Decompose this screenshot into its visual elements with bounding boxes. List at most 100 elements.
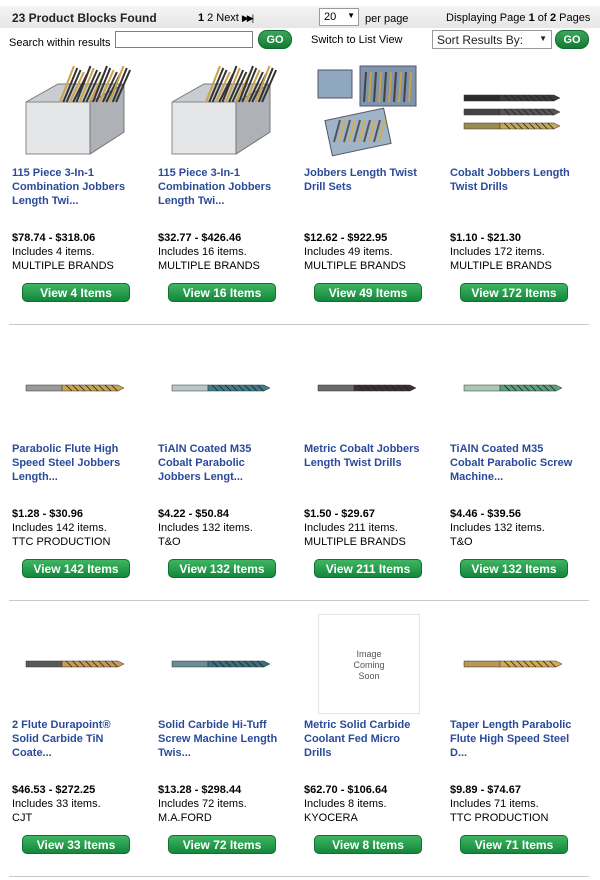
brand-name: KYOCERA [304, 812, 358, 824]
row-divider [9, 600, 589, 601]
sort-results-label: Sort Results By: [437, 33, 524, 47]
last-page-icon[interactable]: ▶▶| [242, 13, 254, 23]
product-title-line: Length Twi... [158, 195, 225, 207]
product-title-line: Speed Steel Jobbers [12, 457, 121, 469]
product-title-line: Coolant Fed Micro [304, 733, 400, 745]
product-image[interactable] [12, 62, 132, 162]
view-items-button[interactable]: View 132 Items [460, 559, 568, 578]
view-items-button[interactable]: View 71 Items [460, 835, 568, 854]
product-title-line: Drill Sets [304, 181, 352, 193]
product-title-line: Machine... [450, 471, 504, 483]
product-title-line: Cobalt Parabolic Screw [450, 457, 573, 469]
product-title-line: Twist Drills [450, 181, 508, 193]
product-image[interactable] [450, 62, 570, 162]
product-title-line: Screw Machine Length [158, 733, 278, 745]
product-title-link[interactable]: Jobbers Length Twist Drill Sets [304, 166, 444, 194]
brand-name: T&O [450, 536, 473, 548]
image-coming-soon-placeholder: Image Coming Soon [318, 614, 420, 714]
view-items-button[interactable]: View 132 Items [168, 559, 276, 578]
brand-name: MULTIPLE BRANDS [450, 260, 552, 272]
sort-go-button[interactable]: GO [555, 30, 589, 49]
product-image[interactable] [304, 62, 424, 162]
product-title-line: 2 Flute Durapoint® [12, 719, 111, 731]
row-divider [9, 324, 589, 325]
view-items-button[interactable]: View 172 Items [460, 283, 568, 302]
view-items-button[interactable]: View 142 Items [22, 559, 130, 578]
product-title-line: Cobalt Jobbers Length [450, 167, 570, 179]
view-items-button[interactable]: View 33 Items [22, 835, 130, 854]
product-title-line: Combination Jobbers [12, 181, 126, 193]
pagination: 1 2 Next ▶▶| [198, 12, 255, 24]
brand-name: MULTIPLE BRANDS [304, 260, 406, 272]
product-title-line: 115 Piece 3-In-1 [158, 167, 240, 179]
product-title-link[interactable]: Taper Length Parabolic Flute High Speed S… [450, 718, 590, 760]
product-title-line: Combination Jobbers [158, 181, 272, 193]
product-title-line: Flute High Speed Steel [450, 733, 570, 745]
switch-to-list-view-link[interactable]: Switch to List View [311, 34, 403, 46]
brand-name: M.A.FORD [158, 812, 212, 824]
placeholder-text: Soon [358, 671, 380, 681]
page-2-link[interactable]: 2 [207, 12, 213, 24]
product-image[interactable] [450, 338, 570, 438]
view-items-button[interactable]: View 49 Items [314, 283, 422, 302]
view-items-button[interactable]: View 8 Items [314, 835, 422, 854]
view-items-button[interactable]: View 16 Items [168, 283, 276, 302]
search-go-button[interactable]: GO [258, 30, 292, 49]
view-items-button[interactable]: View 211 Items [314, 559, 422, 578]
price-range: $1.50 - $29.67 [304, 508, 375, 520]
product-title-link[interactable]: TiAlN Coated M35 Cobalt Parabolic Screw Ma… [450, 442, 590, 484]
product-title-link[interactable]: Metric Solid Carbide Coolant Fed Micro Dri… [304, 718, 444, 760]
item-count: Includes 49 items. [304, 246, 393, 258]
next-page-link[interactable]: Next [216, 12, 239, 24]
product-image[interactable] [12, 614, 132, 714]
price-range: $46.53 - $272.25 [12, 784, 96, 796]
product-image[interactable] [158, 614, 278, 714]
brand-name: TTC PRODUCTION [12, 536, 111, 548]
product-title-link[interactable]: Metric Cobalt Jobbers Length Twist Drills [304, 442, 444, 470]
search-within-label: Search within results [9, 37, 111, 49]
product-title-line: Drills [304, 747, 332, 759]
search-within-input[interactable] [115, 31, 253, 48]
product-title-line: Cobalt Parabolic [158, 457, 245, 469]
sort-results-select[interactable]: Sort Results By: ▼ [432, 30, 552, 49]
product-title-line: Solid Carbide Hi-Tuff [158, 719, 267, 731]
item-count: Includes 142 items. [12, 522, 107, 534]
product-image[interactable] [158, 62, 278, 162]
product-title-line: Twis... [158, 747, 191, 759]
item-count: Includes 211 items. [304, 522, 398, 534]
product-title-link[interactable]: TiAlN Coated M35 Cobalt Parabolic Jobbers … [158, 442, 298, 484]
brand-name: CJT [12, 812, 33, 824]
product-title-line: TiAlN Coated M35 [158, 443, 252, 455]
product-title-link[interactable]: 2 Flute Durapoint® Solid Carbide TiN Coate… [12, 718, 152, 760]
price-range: $4.22 - $50.84 [158, 508, 229, 520]
product-image[interactable] [12, 338, 132, 438]
product-image[interactable] [450, 614, 570, 714]
item-count: Includes 132 items. [450, 522, 545, 534]
brand-name: TTC PRODUCTION [450, 812, 549, 824]
price-range: $1.10 - $21.30 [450, 232, 521, 244]
view-items-button[interactable]: View 4 Items [22, 283, 130, 302]
brand-name: MULTIPLE BRANDS [304, 536, 406, 548]
product-image[interactable] [158, 338, 278, 438]
product-image[interactable] [304, 338, 424, 438]
item-count: Includes 132 items. [158, 522, 253, 534]
product-title-line: Coate... [12, 747, 52, 759]
product-title-link[interactable]: 115 Piece 3-In-1 Combination Jobbers Lengt… [12, 166, 152, 208]
per-page-select[interactable]: 20 ▼ [319, 8, 359, 26]
product-title-line: TiAlN Coated M35 [450, 443, 544, 455]
product-title-line: Length... [12, 471, 58, 483]
product-title-line: Length Twist Drills [304, 457, 402, 469]
product-title-link[interactable]: Cobalt Jobbers Length Twist Drills [450, 166, 590, 194]
product-title-link[interactable]: Parabolic Flute High Speed Steel Jobbers L… [12, 442, 152, 484]
product-title-link[interactable]: Solid Carbide Hi-Tuff Screw Machine Lengt… [158, 718, 298, 760]
item-count: Includes 33 items. [12, 798, 101, 810]
brand-name: MULTIPLE BRANDS [12, 260, 114, 272]
product-title-line: Jobbers Lengt... [158, 471, 243, 483]
view-items-button[interactable]: View 72 Items [168, 835, 276, 854]
product-title-line: D... [450, 747, 468, 759]
per-page-label: per page [365, 13, 409, 25]
product-title-link[interactable]: 115 Piece 3-In-1 Combination Jobbers Lengt… [158, 166, 298, 208]
price-range: $32.77 - $426.46 [158, 232, 242, 244]
product-title-line: Jobbers Length Twist [304, 167, 417, 179]
brand-name: T&O [158, 536, 181, 548]
